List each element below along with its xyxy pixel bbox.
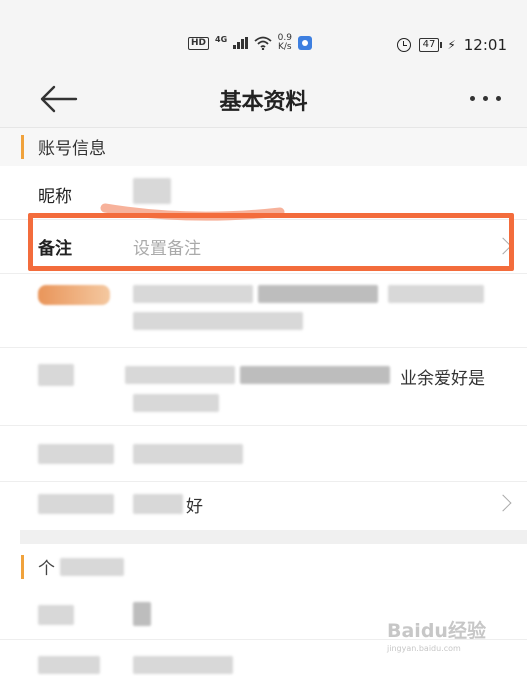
redacted-value bbox=[133, 602, 151, 626]
row-redacted-1[interactable] bbox=[0, 274, 527, 348]
speed-unit: K/s bbox=[278, 42, 292, 52]
visible-text-tail: 业余爱好是 bbox=[400, 369, 485, 389]
annotation-highlight-box bbox=[28, 213, 514, 271]
network-speed: 0.9 K/s bbox=[278, 34, 292, 52]
status-left-group: HD 4G 0.9 K/s bbox=[188, 34, 312, 52]
watermark-brand: Baidu经验 bbox=[387, 620, 486, 642]
section-label: 个 bbox=[38, 559, 55, 579]
redacted-value bbox=[133, 444, 243, 464]
section-account-info: 账号信息 bbox=[0, 128, 527, 166]
redacted-label bbox=[38, 444, 114, 464]
redacted-value bbox=[240, 366, 390, 384]
redacted-value bbox=[133, 394, 219, 412]
redacted-value bbox=[133, 494, 183, 514]
chevron-right-icon bbox=[494, 494, 512, 512]
redacted-label bbox=[38, 494, 114, 514]
row-redacted-4[interactable]: 好 bbox=[0, 482, 527, 530]
section-divider bbox=[20, 530, 527, 544]
app-notification-icon bbox=[297, 36, 312, 50]
battery-level: 47 bbox=[418, 38, 443, 52]
redacted-label bbox=[38, 285, 110, 305]
redacted-label bbox=[38, 605, 74, 625]
redacted-label bbox=[38, 364, 74, 386]
hd-badge: HD bbox=[188, 36, 210, 50]
clock: 12:01 bbox=[463, 36, 507, 54]
section-label: 账号信息 bbox=[38, 139, 106, 159]
row-redacted-3[interactable] bbox=[0, 426, 527, 482]
row-redacted-2[interactable]: 业余爱好是 bbox=[0, 348, 527, 426]
watermark-url: jingyan.baidu.com bbox=[387, 644, 461, 653]
section-accent-bar bbox=[21, 555, 24, 579]
redacted-value bbox=[388, 285, 484, 303]
visible-text-tail: 好 bbox=[186, 497, 203, 517]
redacted-value bbox=[60, 558, 124, 576]
network-type: 4G bbox=[215, 34, 228, 44]
status-bar: HD 4G 0.9 K/s 47 ⚡ 12:01 bbox=[0, 0, 527, 70]
charging-icon: ⚡ bbox=[447, 38, 456, 52]
wifi-icon bbox=[254, 36, 272, 50]
redacted-value bbox=[125, 366, 235, 384]
section-accent-bar bbox=[21, 135, 24, 159]
page-title: 基本资料 bbox=[219, 90, 308, 115]
alarm-icon bbox=[396, 38, 411, 52]
section-second: 个 bbox=[0, 548, 527, 586]
redacted-value bbox=[133, 656, 233, 674]
redacted-value bbox=[258, 285, 378, 303]
status-right-group: 47 ⚡ 12:01 bbox=[396, 36, 507, 54]
signal-icon bbox=[233, 37, 248, 49]
redacted-label bbox=[38, 656, 100, 674]
redacted-value bbox=[133, 312, 303, 330]
redacted-value bbox=[133, 285, 253, 303]
nav-bar: 基本资料 bbox=[0, 70, 527, 128]
baidu-watermark: Baidu经验 jingyan.baidu.com bbox=[387, 616, 497, 662]
more-options-icon[interactable] bbox=[465, 84, 505, 112]
row-label: 昵称 bbox=[38, 187, 72, 207]
